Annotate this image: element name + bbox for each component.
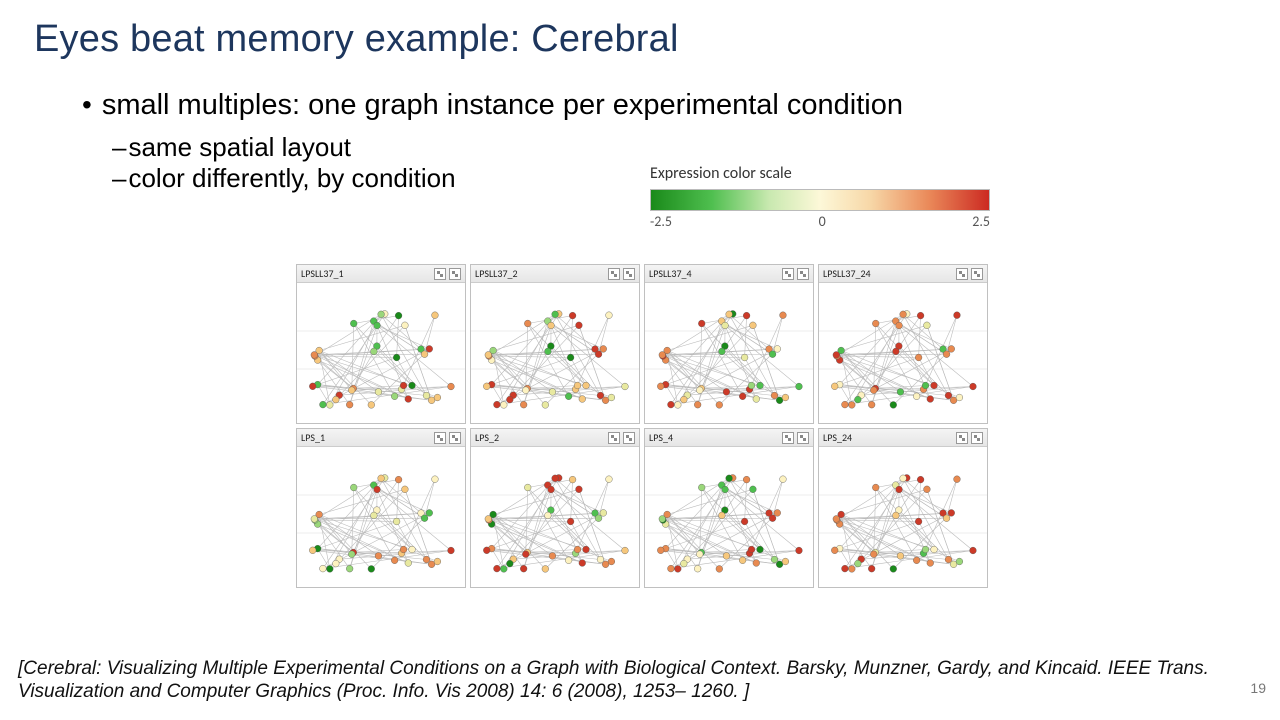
legend-max: 2.5 <box>972 213 990 230</box>
panel-window-controls <box>782 268 809 280</box>
panel-window-controls <box>608 268 635 280</box>
graph-view <box>471 447 639 587</box>
panel-window-controls <box>956 268 983 280</box>
slide-body: • small multiples: one graph instance pe… <box>34 89 1246 194</box>
panel-window-controls <box>956 432 983 444</box>
graph-view <box>645 283 813 423</box>
dock-icon[interactable] <box>608 268 620 280</box>
expand-icon[interactable] <box>623 268 635 280</box>
legend-ticks: -2.5 0 2.5 <box>650 213 990 230</box>
panel-title: LPSLL37_24 <box>823 267 871 280</box>
expand-icon[interactable] <box>449 268 461 280</box>
graph-view <box>471 283 639 423</box>
panel-lpsll37-1: LPSLL37_1 <box>296 264 466 424</box>
expand-icon[interactable] <box>971 268 983 280</box>
panel-header: LPSLL37_4 <box>645 265 813 283</box>
panel-header: LPS_2 <box>471 429 639 447</box>
sub-bullet-2-text: color differently, by condition <box>128 163 455 194</box>
panel-header: LPS_1 <box>297 429 465 447</box>
dock-icon[interactable] <box>782 432 794 444</box>
graph-view <box>819 283 987 423</box>
panel-lpsll37-2: LPSLL37_2 <box>470 264 640 424</box>
panel-window-controls <box>434 268 461 280</box>
legend-min: -2.5 <box>650 213 672 230</box>
sub-bullet-1: – same spatial layout <box>112 132 1246 163</box>
panel-header: LPSLL37_1 <box>297 265 465 283</box>
slide-title: Eyes beat memory example: Cerebral <box>34 18 1246 61</box>
expand-icon[interactable] <box>797 432 809 444</box>
panel-window-controls <box>782 432 809 444</box>
expand-icon[interactable] <box>797 268 809 280</box>
dock-icon[interactable] <box>956 268 968 280</box>
small-multiples-grid: LPSLL37_1 LPSLL37_2 LPSLL37_4 <box>296 264 988 588</box>
dock-icon[interactable] <box>434 268 446 280</box>
sub-bullet-1-text: same spatial layout <box>128 132 351 163</box>
panel-header: LPSLL37_24 <box>819 265 987 283</box>
expand-icon[interactable] <box>623 432 635 444</box>
panel-lps-2: LPS_2 <box>470 428 640 588</box>
graph-view <box>819 447 987 587</box>
legend-mid: 0 <box>819 213 826 230</box>
graph-view <box>297 283 465 423</box>
panel-title: LPS_1 <box>301 431 325 444</box>
panel-lps-1: LPS_1 <box>296 428 466 588</box>
panel-header: LPS_4 <box>645 429 813 447</box>
legend-title: Expression color scale <box>650 164 990 183</box>
citation-text: [Cerebral: Visualizing Multiple Experime… <box>18 657 1220 705</box>
graph-view <box>645 447 813 587</box>
dash-icon: – <box>112 132 126 163</box>
panel-title: LPS_4 <box>649 431 673 444</box>
panel-title: LPSLL37_2 <box>475 267 518 280</box>
panel-title: LPSLL37_1 <box>301 267 344 280</box>
panel-header: LPSLL37_2 <box>471 265 639 283</box>
panel-lps-24: LPS_24 <box>818 428 988 588</box>
dock-icon[interactable] <box>782 268 794 280</box>
panel-title: LPSLL37_4 <box>649 267 692 280</box>
dock-icon[interactable] <box>608 432 620 444</box>
panel-title: LPS_24 <box>823 431 852 444</box>
dock-icon[interactable] <box>434 432 446 444</box>
color-scale-legend: Expression color scale -2.5 0 2.5 <box>650 164 990 230</box>
page-number: 19 <box>1250 680 1266 696</box>
dash-icon: – <box>112 163 126 194</box>
bullet-dot-icon: • <box>82 91 92 119</box>
expand-icon[interactable] <box>971 432 983 444</box>
panel-lpsll37-4: LPSLL37_4 <box>644 264 814 424</box>
dock-icon[interactable] <box>956 432 968 444</box>
legend-gradient <box>650 189 990 211</box>
panel-lpsll37-24: LPSLL37_24 <box>818 264 988 424</box>
panel-window-controls <box>434 432 461 444</box>
bullet-1-text: small multiples: one graph instance per … <box>102 89 903 122</box>
expand-icon[interactable] <box>449 432 461 444</box>
graph-view <box>297 447 465 587</box>
slide: Eyes beat memory example: Cerebral • sma… <box>0 0 1280 720</box>
bullet-1: • small multiples: one graph instance pe… <box>82 89 1246 122</box>
panel-lps-4: LPS_4 <box>644 428 814 588</box>
panel-window-controls <box>608 432 635 444</box>
panel-title: LPS_2 <box>475 431 499 444</box>
panel-header: LPS_24 <box>819 429 987 447</box>
